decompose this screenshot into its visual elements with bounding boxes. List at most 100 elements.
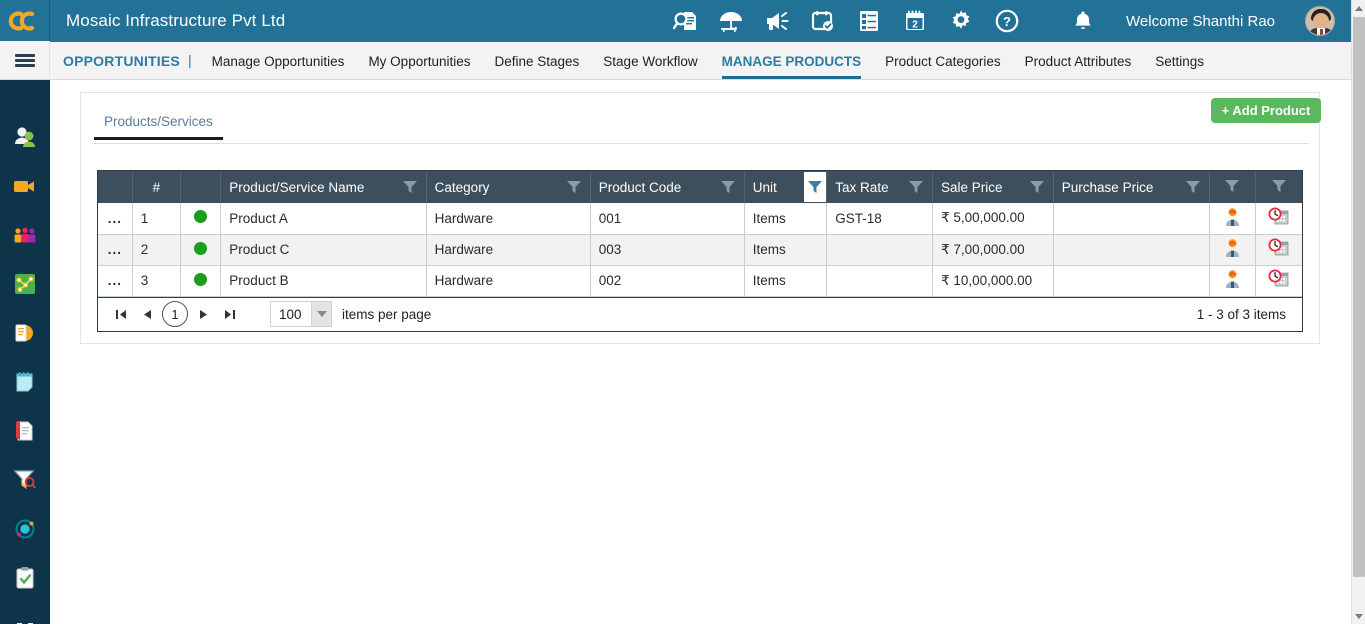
filter-funnel-icon[interactable] (720, 180, 736, 194)
products-table: # Product/Service Name Category Product … (98, 171, 1302, 297)
pagination-range-info: 1 - 3 of 3 items (1196, 306, 1286, 322)
schedule-clock-icon (1268, 207, 1289, 225)
row-action-user[interactable] (1209, 265, 1257, 297)
col-header-purchase-price: Purchase Price (1053, 171, 1210, 203)
row-action-schedule[interactable] (1255, 203, 1302, 235)
page-scrollbar[interactable] (1351, 0, 1365, 624)
col-header-tax-rate: Tax Rate (826, 171, 933, 203)
col-header-name: Product/Service Name (220, 171, 427, 203)
network-map-icon (15, 273, 35, 294)
top-header-bar: Mosaic Infrastructure Pvt Ltd 2 ? Welcom… (0, 0, 1351, 42)
table-row[interactable]: ... 2 Product C Hardware 003 Items ₹ 7,0… (98, 234, 1302, 266)
filter-funnel-icon[interactable] (1029, 180, 1045, 194)
target-globe-icon (15, 519, 35, 538)
col-label-product-code: Product Code (598, 179, 682, 195)
sidebar-item-target-globe[interactable] (0, 504, 50, 553)
filter-funnel-icon-active[interactable] (804, 172, 827, 202)
filter-funnel-icon[interactable] (908, 180, 924, 194)
sidebar-item-clipboard-check[interactable] (0, 553, 50, 602)
page-number-current[interactable]: 1 (162, 301, 188, 327)
col-header-action-schedule (1255, 171, 1302, 203)
svg-text:2: 2 (912, 20, 918, 31)
sidebar-item-funnel-search[interactable] (0, 455, 50, 504)
row-action-schedule[interactable] (1255, 234, 1302, 266)
nav-item-stage-workflow[interactable]: Stage Workflow (603, 54, 697, 80)
documents-orange-icon (15, 324, 33, 341)
help-question-icon[interactable]: ? (994, 8, 1020, 34)
avatar[interactable] (1305, 6, 1335, 36)
notification-bell-icon[interactable] (1070, 8, 1096, 34)
col-header-dots (98, 171, 133, 203)
row-menu-button[interactable]: ... (98, 203, 133, 235)
filter-funnel-icon[interactable] (566, 180, 582, 194)
filter-funnel-icon[interactable] (1224, 179, 1240, 193)
filter-funnel-icon[interactable] (1271, 179, 1287, 193)
prev-page-icon[interactable] (134, 301, 160, 327)
last-page-icon[interactable] (216, 301, 242, 327)
col-header-action-user (1209, 171, 1257, 203)
nav-item-manage-products[interactable]: MANAGE PRODUCTS (721, 54, 862, 79)
products-panel: Products/Services # Product/Service Name… (80, 92, 1320, 344)
scroll-down-icon[interactable] (1352, 608, 1365, 624)
scroll-up-icon[interactable] (1352, 0, 1365, 16)
row-action-user[interactable] (1209, 203, 1257, 235)
sidebar-item-video[interactable] (0, 161, 50, 210)
application-window: Mosaic Infrastructure Pvt Ltd 2 ? Welcom… (0, 0, 1365, 624)
table-row[interactable]: ... 1 Product A Hardware 001 Items GST-1… (98, 203, 1302, 235)
tab-products-services[interactable]: Products/Services (94, 114, 223, 140)
nav-item-product-attributes[interactable]: Product Attributes (1025, 54, 1132, 80)
page-size-select[interactable]: 100 (270, 301, 332, 327)
campaign-umbrella-icon[interactable] (718, 8, 744, 34)
user-contact-icon (1225, 270, 1239, 288)
video-camera-icon (14, 180, 34, 192)
col-header-product-code: Product Code (590, 171, 745, 203)
clipboard-check-icon (16, 566, 34, 588)
megaphone-icon[interactable] (764, 8, 790, 34)
nav-item-manage-opportunities[interactable]: Manage Opportunities (212, 54, 345, 80)
cell-purchase-price (1053, 265, 1210, 297)
cell-category: Hardware (426, 234, 591, 266)
col-header-status (180, 171, 222, 203)
nav-item-my-opportunities[interactable]: My Opportunities (368, 54, 470, 80)
page-size-label: items per page (342, 306, 432, 322)
first-page-icon[interactable] (108, 301, 134, 327)
hamburger-menu-icon[interactable] (0, 41, 50, 79)
nav-item-settings[interactable]: Settings (1155, 54, 1204, 80)
sidebar-item-binoculars[interactable] (0, 602, 50, 624)
row-action-schedule[interactable] (1255, 265, 1302, 297)
svg-text:?: ? (1003, 14, 1011, 29)
cell-category: Hardware (426, 203, 591, 235)
table-body: ... 1 Product A Hardware 001 Items GST-1… (98, 203, 1302, 297)
cc-logo-icon[interactable] (0, 0, 50, 42)
col-label-category: Category (434, 179, 490, 195)
chevron-down-icon[interactable] (311, 302, 331, 326)
filter-funnel-icon[interactable] (1185, 180, 1201, 194)
calendar-day-icon[interactable]: 2 (902, 8, 928, 34)
scrollbar-thumb[interactable] (1353, 17, 1365, 577)
sidebar-item-contacts[interactable] (0, 112, 50, 161)
add-product-button[interactable]: + Add Product (1211, 98, 1321, 123)
document-search-icon[interactable] (672, 8, 698, 34)
row-action-user[interactable] (1209, 234, 1257, 266)
sidebar-item-team[interactable] (0, 210, 50, 259)
filter-funnel-icon[interactable] (402, 180, 418, 194)
nav-primary-opportunities[interactable]: OPPORTUNITIES (63, 54, 180, 79)
next-page-icon[interactable] (190, 301, 216, 327)
sidebar-item-notebook[interactable] (0, 357, 50, 406)
sidebar-item-book[interactable] (0, 406, 50, 455)
settings-gear-icon[interactable] (948, 8, 974, 34)
sidebar-item-network-map[interactable] (0, 259, 50, 308)
nav-item-product-categories[interactable]: Product Categories (885, 54, 1001, 80)
cell-tax-rate: GST-18 (826, 203, 933, 235)
sidebar-item-documents[interactable] (0, 308, 50, 357)
row-status-indicator (180, 203, 222, 235)
table-header: # Product/Service Name Category Product … (98, 171, 1302, 203)
calendar-check-icon[interactable] (810, 8, 836, 34)
list-report-icon[interactable] (856, 8, 882, 34)
row-menu-button[interactable]: ... (98, 265, 133, 297)
cell-sale-price: ₹ 7,00,000.00 (932, 234, 1054, 266)
cell-product-name: Product A (220, 203, 427, 235)
nav-item-define-stages[interactable]: Define Stages (494, 54, 579, 80)
row-menu-button[interactable]: ... (98, 234, 133, 266)
table-row[interactable]: ... 3 Product B Hardware 002 Items ₹ 10,… (98, 265, 1302, 297)
